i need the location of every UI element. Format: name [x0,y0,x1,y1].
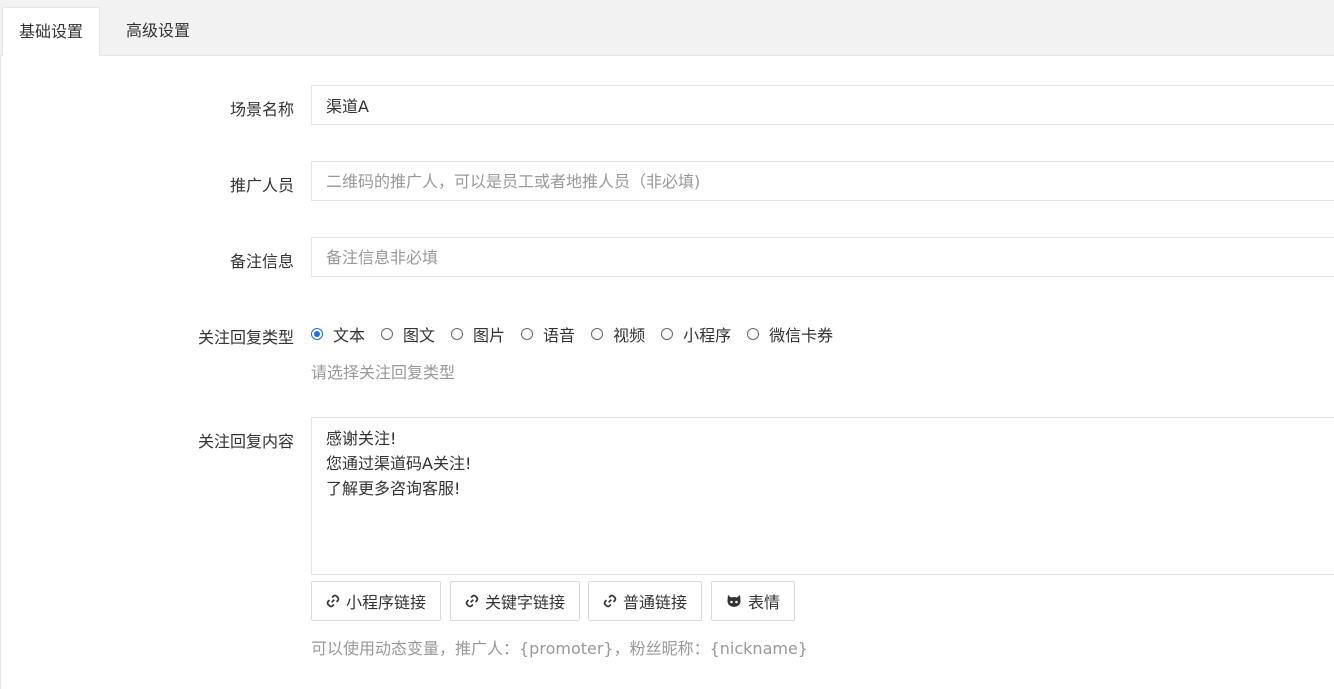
button-label: 关键字链接 [485,593,566,612]
radio-dot[interactable] [661,328,674,340]
scene-name-label: 场景名称 [229,100,294,119]
reply-content-textarea[interactable]: 感谢关注! 您通过渠道码A关注! 了解更多咨询客服! [311,417,1334,575]
reply-content-label: 关注回复内容 [197,432,294,451]
radio-dot[interactable] [591,328,604,340]
radio-wechat-card[interactable]: 微信卡券 [747,322,833,346]
button-label: 表情 [748,593,781,612]
link-icon [326,594,340,608]
remark-label: 备注信息 [229,252,294,271]
tab-bar: 基础设置 高级设置 [0,0,1334,57]
radio-dot[interactable] [521,328,534,340]
insert-emoji-button[interactable]: 表情 [711,581,796,621]
insert-normal-link-button[interactable]: 普通链接 [588,581,703,621]
radio-video[interactable]: 视频 [591,322,645,346]
remark-input[interactable] [311,237,1334,277]
tab-basic-settings[interactable]: 基础设置 [2,7,101,57]
button-label: 小程序链接 [346,593,427,612]
button-label: 普通链接 [623,593,688,612]
scene-name-input[interactable] [311,85,1334,125]
radio-label: 视频 [613,326,646,345]
radio-dot[interactable] [451,328,464,340]
link-icon [465,594,479,608]
radio-label: 图片 [473,326,506,345]
radio-voice[interactable]: 语音 [521,322,575,346]
link-icon [603,594,617,608]
promoter-label: 推广人员 [229,176,294,195]
dynamic-variables-hint: 可以使用动态变量，推广人：{promoter}，粉丝昵称：{nickname} [311,639,808,658]
promoter-input[interactable] [311,161,1334,201]
radio-label: 图文 [403,326,436,345]
reply-type-radio-group: 文本 图文 图片 语音 视频 小程序 微信卡券 [311,322,849,346]
radio-text[interactable]: 文本 [311,322,365,346]
radio-label: 文本 [333,326,366,345]
radio-label: 微信卡券 [769,326,834,345]
radio-label: 小程序 [683,326,732,345]
radio-image[interactable]: 图片 [451,322,505,346]
insert-keyword-link-button[interactable]: 关键字链接 [450,581,581,621]
tab-advanced-settings[interactable]: 高级设置 [110,7,206,55]
reply-type-label: 关注回复类型 [197,328,294,347]
radio-dot[interactable] [311,328,323,340]
radio-dot[interactable] [381,328,394,340]
radio-news[interactable]: 图文 [381,322,435,346]
radio-label: 语音 [543,326,576,345]
github-cat-icon [727,595,741,607]
insert-mini-program-link-button[interactable]: 小程序链接 [311,581,442,621]
radio-dot[interactable] [747,328,760,340]
radio-mini-program[interactable]: 小程序 [661,322,731,346]
reply-type-hint: 请选择关注回复类型 [311,363,456,382]
